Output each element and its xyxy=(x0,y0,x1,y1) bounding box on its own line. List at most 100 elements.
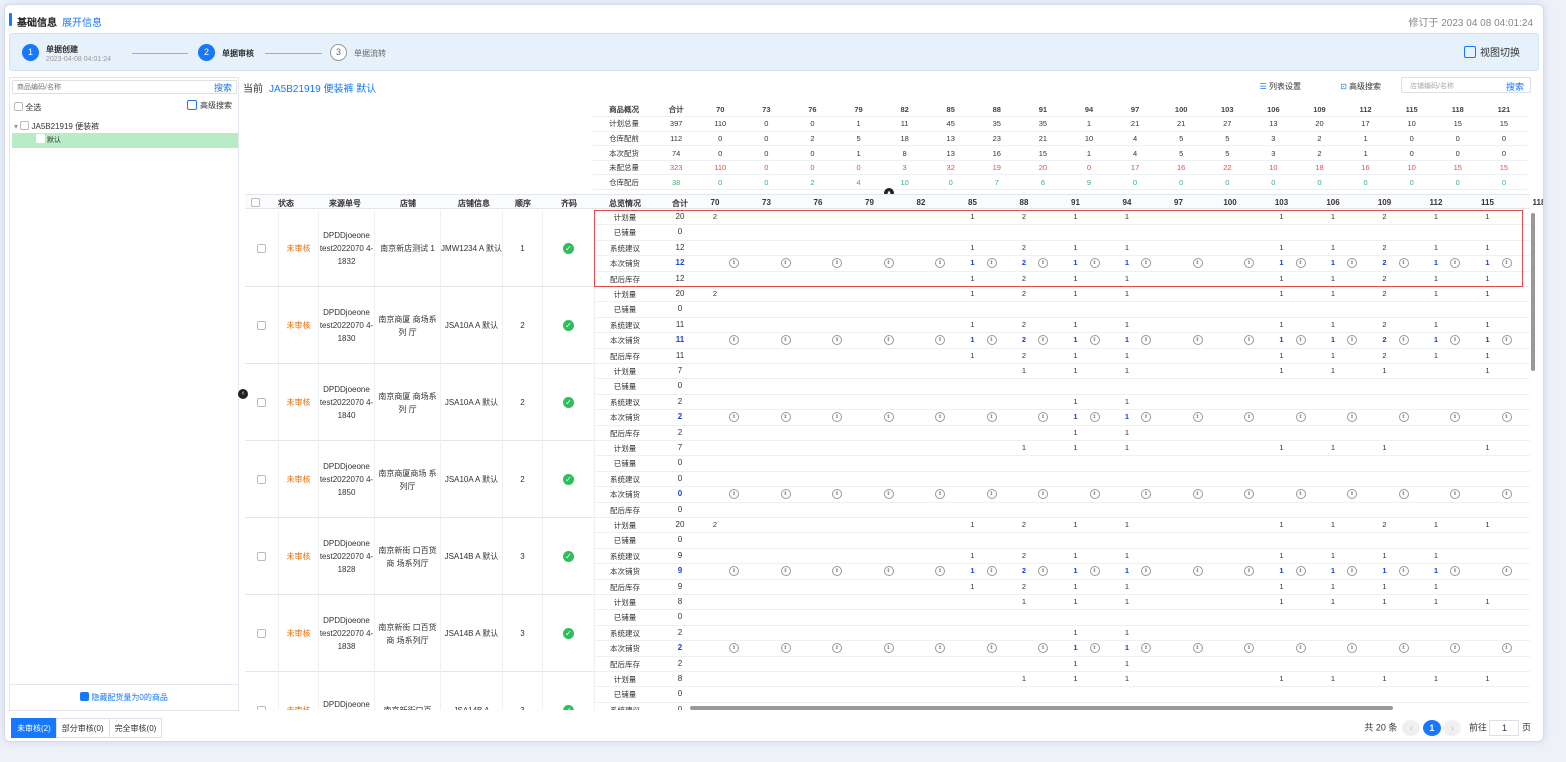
row-select-cell[interactable] xyxy=(245,210,279,287)
stepper-icon[interactable]: ⇕ xyxy=(1398,643,1409,654)
stepper-icon[interactable]: ⇕ xyxy=(1141,643,1151,654)
row-select-cell[interactable] xyxy=(245,595,279,672)
stepper-icon[interactable]: ⇕ xyxy=(1244,335,1254,346)
stepper-icon[interactable]: ⇕ xyxy=(1398,335,1409,346)
stepper-icon[interactable]: ⇕ xyxy=(1089,489,1100,500)
tree-child-checkbox[interactable] xyxy=(36,134,45,143)
row-select-cell[interactable] xyxy=(245,287,279,364)
stepper-icon[interactable]: ⇕ xyxy=(1295,335,1306,346)
stepper-icon[interactable]: ⇕ xyxy=(986,643,997,654)
stepper-icon[interactable]: ⇕ xyxy=(780,489,791,500)
stepper-icon[interactable]: ⇕ xyxy=(1192,412,1203,423)
stepper-icon[interactable]: ⇕ xyxy=(1347,489,1357,500)
stepper-icon[interactable]: ⇕ xyxy=(1192,566,1203,577)
stepper-icon[interactable]: ⇕ xyxy=(729,643,739,654)
tree-item-product[interactable]: ▾ JA5B21919 便装裤 xyxy=(14,121,99,132)
stepper-icon[interactable]: ⇕ xyxy=(883,566,894,577)
stepper-icon[interactable]: ⇕ xyxy=(986,489,997,500)
stepper-icon[interactable]: ⇕ xyxy=(832,566,842,577)
stepper-icon[interactable]: ⇕ xyxy=(1450,489,1460,500)
stepper-icon[interactable]: ⇕ xyxy=(1089,412,1100,423)
stepper-icon[interactable]: ⇕ xyxy=(1347,643,1357,654)
stepper-icon[interactable]: ⇕ xyxy=(780,566,791,577)
size-value[interactable]: 1 xyxy=(1066,258,1086,267)
stepper-icon[interactable]: ⇕ xyxy=(1347,412,1357,423)
stepper-icon[interactable]: ⇕ xyxy=(1244,412,1254,423)
stepper-icon[interactable]: ⇕ xyxy=(1038,258,1048,269)
stepper-icon[interactable]: ⇕ xyxy=(935,643,945,654)
size-value[interactable]: 1 xyxy=(1066,335,1086,344)
size-value[interactable]: 1 xyxy=(1272,566,1292,575)
stepper-icon[interactable]: ⇕ xyxy=(883,412,894,423)
advanced-search-button[interactable]: ⊡ 高级搜索 xyxy=(1340,81,1381,92)
stepper-icon[interactable]: ⇕ xyxy=(1501,412,1512,423)
size-value[interactable]: 1 xyxy=(1529,258,1530,267)
stepper-icon[interactable]: ⇕ xyxy=(1141,566,1151,577)
stepper-icon[interactable]: ⇕ xyxy=(729,258,739,269)
row-checkbox[interactable] xyxy=(257,629,266,638)
tab-partial[interactable]: 部分审核(0) xyxy=(55,718,110,738)
header-checkbox[interactable] xyxy=(251,198,260,207)
next-page-icon[interactable]: › xyxy=(1443,720,1462,736)
size-value[interactable]: 2 xyxy=(1014,335,1034,344)
size-value[interactable]: 1 xyxy=(1066,643,1086,652)
stepper-icon[interactable]: ⇕ xyxy=(1450,258,1460,269)
prev-page-icon[interactable]: ‹ xyxy=(1402,720,1421,736)
stepper-icon[interactable]: ⇕ xyxy=(1038,643,1048,654)
select-all[interactable]: 全选 xyxy=(14,102,41,113)
stepper-icon[interactable]: ⇕ xyxy=(1038,566,1048,577)
product-search-input[interactable] xyxy=(17,82,187,92)
row-select-cell[interactable] xyxy=(245,518,279,595)
tree-item-default[interactable]: 默认 xyxy=(12,133,238,148)
size-value[interactable]: 1 xyxy=(1478,258,1498,267)
goto-input[interactable]: 1 xyxy=(1489,720,1520,736)
stepper-icon[interactable]: ⇕ xyxy=(1450,643,1460,654)
size-value[interactable]: 1 xyxy=(1323,566,1343,575)
stepper-icon[interactable]: ⇕ xyxy=(1501,335,1512,346)
stepper-icon[interactable]: ⇕ xyxy=(729,412,739,423)
row-checkbox[interactable] xyxy=(257,398,266,407)
stepper-icon[interactable]: ⇕ xyxy=(1089,566,1100,577)
stepper-icon[interactable]: ⇕ xyxy=(935,258,945,269)
stepper-icon[interactable]: ⇕ xyxy=(1244,566,1254,577)
tab-complete[interactable]: 完全审核(0) xyxy=(108,718,163,738)
store-search-input[interactable]: 店铺编码/名称 xyxy=(1410,81,1454,91)
stepper-icon[interactable]: ⇕ xyxy=(1038,335,1048,346)
stepper-icon[interactable]: ⇕ xyxy=(1295,258,1306,269)
expand-info-link[interactable]: 展开信息 xyxy=(62,14,102,29)
stepper-icon[interactable]: ⇕ xyxy=(832,643,842,654)
store-search[interactable]: 店铺编码/名称 搜索 xyxy=(1401,77,1531,93)
stepper-icon[interactable]: ⇕ xyxy=(1141,258,1151,269)
stepper-icon[interactable]: ⇕ xyxy=(780,412,791,423)
horizontal-scrollbar[interactable] xyxy=(690,706,1393,710)
size-value[interactable]: 1 xyxy=(1066,412,1086,421)
stepper-icon[interactable]: ⇕ xyxy=(1295,566,1306,577)
stepper-icon[interactable]: ⇕ xyxy=(1501,258,1512,269)
size-value[interactable]: 1 xyxy=(1323,335,1343,344)
select-all-checkbox[interactable] xyxy=(14,102,23,111)
size-value[interactable]: 2 xyxy=(1014,566,1034,575)
size-value[interactable]: 1 xyxy=(1426,566,1446,575)
stepper-icon[interactable]: ⇕ xyxy=(1244,643,1254,654)
size-value[interactable]: 1 xyxy=(1323,258,1343,267)
stepper-icon[interactable]: ⇕ xyxy=(883,643,894,654)
product-search-button[interactable]: 搜索 xyxy=(214,81,232,94)
stepper-icon[interactable]: ⇕ xyxy=(1192,489,1203,500)
stepper-icon[interactable]: ⇕ xyxy=(1038,489,1048,500)
stepper-icon[interactable]: ⇕ xyxy=(1347,566,1357,577)
stepper-icon[interactable]: ⇕ xyxy=(935,489,945,500)
row-select-cell[interactable] xyxy=(245,672,279,710)
stepper-icon[interactable]: ⇕ xyxy=(1089,335,1100,346)
stepper-icon[interactable]: ⇕ xyxy=(832,335,842,346)
stepper-icon[interactable]: ⇕ xyxy=(1295,643,1306,654)
stepper-icon[interactable]: ⇕ xyxy=(1038,412,1048,423)
page-current[interactable]: 1 xyxy=(1422,720,1441,736)
tree-expand-icon[interactable]: ▾ xyxy=(14,122,18,131)
store-search-button[interactable]: 搜索 xyxy=(1506,80,1524,93)
row-checkbox[interactable] xyxy=(257,706,266,710)
size-value[interactable]: 1 xyxy=(1426,335,1446,344)
stepper-icon[interactable]: ⇕ xyxy=(1244,489,1254,500)
stepper-icon[interactable]: ⇕ xyxy=(883,258,894,269)
stepper-icon[interactable]: ⇕ xyxy=(883,335,894,346)
stepper-icon[interactable]: ⇕ xyxy=(832,412,842,423)
